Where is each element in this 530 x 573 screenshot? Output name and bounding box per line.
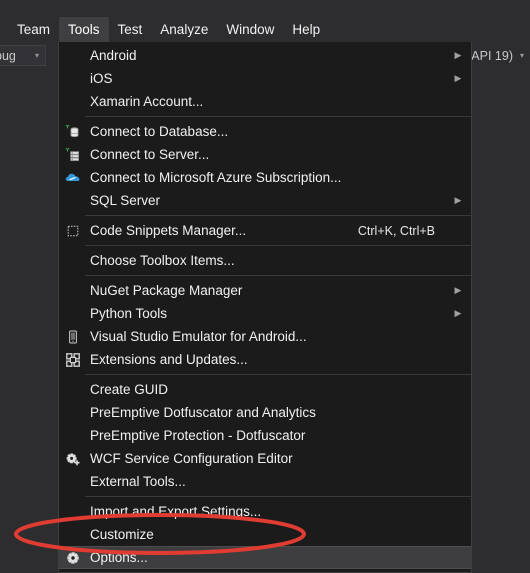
chevron-down-icon: ▾ [34, 51, 39, 60]
menubar-item-label: Analyze [160, 21, 209, 37]
menu-item-label: Import and Export Settings... [90, 504, 262, 519]
menu-item-xamarin-account[interactable]: Xamarin Account... [59, 90, 471, 113]
menu-item-code-snippets-manager[interactable]: Code Snippets Manager... Ctrl+K, Ctrl+B [59, 219, 471, 242]
menubar-item-tools[interactable]: Tools [59, 17, 109, 42]
menu-item-python-tools[interactable]: Python Tools ▶ [59, 302, 471, 325]
menu-item-label: iOS [90, 71, 113, 86]
menu-item-label: PreEmptive Protection - Dotfuscator [90, 428, 306, 443]
menu-item-ios[interactable]: iOS ▶ [59, 67, 471, 90]
menu-item-label: Connect to Database... [90, 124, 229, 139]
menubar-item-label: Help [292, 21, 321, 37]
menu-item-label: Options... [90, 550, 148, 565]
menu-item-create-guid[interactable]: Create GUID [59, 378, 471, 401]
menu-item-android[interactable]: Android ▶ [59, 44, 471, 67]
menu-separator [85, 374, 471, 375]
server-icon [61, 143, 85, 166]
icon-placeholder [61, 189, 85, 212]
wcf-gear-icon [61, 447, 85, 470]
menu-separator [85, 496, 471, 497]
menu-item-customize[interactable]: Customize [59, 523, 471, 546]
menu-item-sql-server[interactable]: SQL Server ▶ [59, 189, 471, 212]
menubar-item-window[interactable]: Window [217, 17, 283, 42]
extensions-icon [61, 348, 85, 371]
menu-item-label: PreEmptive Dotfuscator and Analytics [90, 405, 316, 420]
options-gear-icon [61, 546, 85, 569]
icon-placeholder [61, 249, 85, 272]
menubar-item-label: Tools [68, 21, 100, 37]
debug-configuration-combo[interactable]: bug ▾ [0, 45, 46, 66]
menu-item-label: Choose Toolbox Items... [90, 253, 235, 268]
api-combo-value: API 19) [471, 48, 513, 63]
icon-placeholder [61, 44, 85, 67]
icon-placeholder [61, 424, 85, 447]
menu-item-shortcut: Ctrl+K, Ctrl+B [357, 223, 435, 238]
visual-studio-window: bug ▾ API 19) ▾ Team Tools Test Analyze … [0, 0, 530, 573]
icon-placeholder [61, 500, 85, 523]
menu-bar: Team Tools Test Analyze Window Help [0, 17, 530, 42]
menu-item-preemptive-protection-dotfuscator[interactable]: PreEmptive Protection - Dotfuscator [59, 424, 471, 447]
snippet-icon [61, 219, 85, 242]
submenu-chevron-icon: ▶ [454, 195, 462, 205]
menubar-item-label: Team [17, 21, 51, 37]
menu-item-label: Connect to Microsoft Azure Subscription.… [90, 170, 342, 185]
menu-separator [85, 116, 471, 117]
icon-placeholder [61, 523, 85, 546]
menubar-item-analyze[interactable]: Analyze [151, 17, 217, 42]
menu-item-label: SQL Server [90, 193, 161, 208]
debug-combo-value: bug [0, 48, 16, 63]
menu-item-label: Visual Studio Emulator for Android... [90, 329, 307, 344]
menu-item-label: Customize [90, 527, 154, 542]
menu-separator [85, 215, 471, 216]
icon-placeholder [61, 90, 85, 113]
menu-item-label: NuGet Package Manager [90, 283, 243, 298]
icon-placeholder [61, 401, 85, 424]
submenu-chevron-icon: ▶ [454, 73, 462, 83]
menubar-item-team[interactable]: Team [8, 17, 59, 42]
menu-separator [85, 245, 471, 246]
menu-item-preemptive-dotfuscator-and-analytics[interactable]: PreEmptive Dotfuscator and Analytics [59, 401, 471, 424]
menu-item-label: Xamarin Account... [90, 94, 204, 109]
menubar-item-label: Window [226, 21, 275, 37]
menu-separator [85, 275, 471, 276]
icon-placeholder [61, 302, 85, 325]
menu-item-connect-to-server[interactable]: Connect to Server... [59, 143, 471, 166]
submenu-chevron-icon: ▶ [454, 285, 462, 295]
icon-placeholder [61, 378, 85, 401]
menu-item-wcf-service-configuration-editor[interactable]: WCF Service Configuration Editor [59, 447, 471, 470]
menu-item-options[interactable]: Options... [59, 546, 471, 569]
database-icon [61, 120, 85, 143]
azure-cloud-icon [61, 166, 85, 189]
menu-item-label: External Tools... [90, 474, 186, 489]
chevron-down-icon: ▾ [519, 51, 524, 60]
menubar-item-help[interactable]: Help [283, 17, 329, 42]
phone-emulator-icon [61, 325, 85, 348]
menu-item-connect-to-database[interactable]: Connect to Database... [59, 120, 471, 143]
icon-placeholder [61, 470, 85, 493]
menu-item-label: Python Tools [90, 306, 168, 321]
menu-item-import-and-export-settings[interactable]: Import and Export Settings... [59, 500, 471, 523]
tools-dropdown-menu: Android ▶ iOS ▶ Xamarin Account... Connect to… [58, 42, 472, 573]
icon-placeholder [61, 67, 85, 90]
menubar-item-label: Test [117, 21, 143, 37]
menu-item-choose-toolbox-items[interactable]: Choose Toolbox Items... [59, 249, 471, 272]
menu-item-visual-studio-emulator-for-android[interactable]: Visual Studio Emulator for Android... [59, 325, 471, 348]
icon-placeholder [61, 279, 85, 302]
menu-item-external-tools[interactable]: External Tools... [59, 470, 471, 493]
menu-item-label: Extensions and Updates... [90, 352, 248, 367]
submenu-chevron-icon: ▶ [454, 50, 462, 60]
menu-item-nuget-package-manager[interactable]: NuGet Package Manager ▶ [59, 279, 471, 302]
menu-item-label: WCF Service Configuration Editor [90, 451, 293, 466]
menu-item-label: Android [90, 48, 137, 63]
menu-item-label: Connect to Server... [90, 147, 210, 162]
menu-item-label: Create GUID [90, 382, 169, 397]
android-api-level-combo[interactable]: API 19) ▾ [471, 45, 528, 66]
menu-item-label: Code Snippets Manager... [90, 223, 247, 238]
menu-item-connect-to-microsoft-azure-subscription[interactable]: Connect to Microsoft Azure Subscription.… [59, 166, 471, 189]
menu-item-extensions-and-updates[interactable]: Extensions and Updates... [59, 348, 471, 371]
submenu-chevron-icon: ▶ [454, 308, 462, 318]
menubar-item-test[interactable]: Test [109, 17, 152, 42]
